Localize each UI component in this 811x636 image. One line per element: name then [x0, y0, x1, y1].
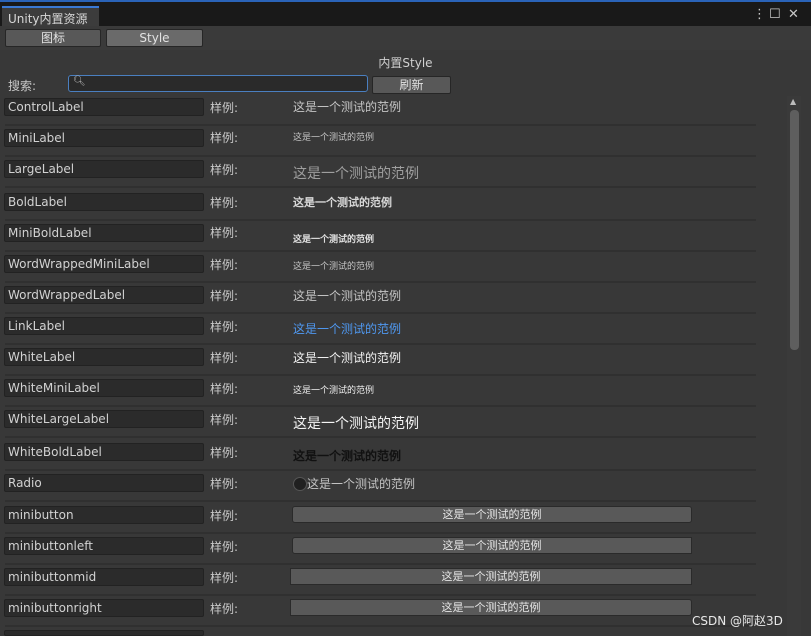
style-name-field[interactable]: minibuttonmid — [4, 568, 204, 586]
style-row-partial — [0, 627, 760, 636]
style-name-field[interactable]: LinkLabel — [4, 317, 204, 335]
style-row-minibuttonmid: minibuttonmid 样例: 这是一个测试的范例 — [0, 565, 760, 596]
window-titlebar: Unity内置资源 ⋮ ☐ ✕ — [0, 0, 811, 28]
toolbar: 图标 Style — [0, 26, 811, 50]
example-label: 样例: — [210, 289, 239, 303]
tab-title: Unity内置资源 — [8, 12, 88, 26]
icons-tab-button[interactable]: 图标 — [5, 29, 101, 47]
style-row-radio: Radio 样例: 这是一个测试的范例 — [0, 471, 760, 502]
close-icon[interactable]: ✕ — [788, 7, 799, 22]
example-label: 样例: — [210, 101, 239, 115]
sample-text: 这是一个测试的范例 — [293, 166, 419, 182]
example-label: 样例: — [210, 540, 239, 554]
style-row-minibuttonleft: minibuttonleft 样例: 这是一个测试的范例 — [0, 534, 760, 565]
sample-text: 这是一个测试的范例 — [293, 235, 375, 245]
example-label: 样例: — [210, 446, 239, 460]
sample-minibutton[interactable]: 这是一个测试的范例 — [292, 506, 692, 523]
style-row-minilabel: MiniLabel 样例: 这是一个测试的范例 — [0, 126, 760, 157]
style-name-field[interactable]: WordWrappedLabel — [4, 286, 204, 304]
sample-text: 这是一个测试的范例 — [293, 100, 402, 114]
example-label: 样例: — [210, 602, 239, 616]
tab-unity-builtin-resources[interactable]: Unity内置资源 — [2, 6, 99, 28]
row-divider — [5, 500, 756, 502]
example-label: 样例: — [210, 477, 239, 491]
style-row-whiteminilabel: WhiteMiniLabel 样例: 这是一个测试的范例 — [0, 376, 760, 407]
search-input[interactable] — [85, 76, 363, 91]
search-label: 搜索: — [8, 79, 37, 93]
sample-link[interactable]: 这是一个测试的范例 — [293, 320, 401, 337]
sample-text: 这是一个测试的范例 — [293, 196, 392, 209]
row-divider — [5, 186, 756, 188]
refresh-button[interactable]: 刷新 — [372, 76, 451, 94]
style-name-field[interactable]: WhiteLargeLabel — [4, 410, 204, 428]
sample-text: 这是一个测试的范例 — [293, 351, 402, 365]
style-row-minibutton: minibutton 样例: 这是一个测试的范例 — [0, 503, 760, 534]
style-name-field[interactable]: WordWrappedMiniLabel — [4, 255, 204, 273]
example-label: 样例: — [210, 382, 239, 396]
style-row-whitelabel: WhiteLabel 样例: 这是一个测试的范例 — [0, 345, 760, 376]
example-label: 样例: — [210, 131, 239, 145]
scrollbar-thumb[interactable] — [790, 110, 799, 350]
sample-minibuttonleft[interactable]: 这是一个测试的范例 — [292, 537, 692, 554]
style-row-whitelargelabel: WhiteLargeLabel 样例: 这是一个测试的范例 — [0, 407, 760, 438]
example-label: 样例: — [210, 413, 239, 427]
style-name-field[interactable]: minibuttonright — [4, 599, 204, 617]
example-label: 样例: — [210, 320, 239, 334]
style-name-field[interactable]: minibutton — [4, 506, 204, 524]
sample-minibuttonright[interactable]: 这是一个测试的范例 — [290, 599, 692, 616]
maximize-icon[interactable]: ☐ — [769, 7, 781, 22]
sample-text: 这是一个测试的范例 — [293, 416, 419, 432]
sample-text: 这是一个测试的范例 — [293, 262, 375, 272]
style-name-field[interactable]: ControlLabel — [4, 98, 204, 116]
example-label: 样例: — [210, 196, 239, 210]
style-name-field[interactable]: LargeLabel — [4, 160, 204, 178]
section-title: 内置Style — [378, 56, 433, 70]
style-row-miniboldlabel: MiniBoldLabel 样例: 这是一个测试的范例 — [0, 221, 760, 252]
example-label: 样例: — [210, 351, 239, 365]
style-name-field[interactable]: BoldLabel — [4, 193, 204, 211]
style-name-field[interactable]: Radio — [4, 474, 204, 492]
style-row-boldlabel: BoldLabel 样例: 这是一个测试的范例 — [0, 190, 760, 221]
example-label: 样例: — [210, 163, 239, 177]
style-row-minibuttonright: minibuttonright 样例: 这是一个测试的范例 — [0, 596, 760, 627]
sample-text: 这是一个测试的范例 — [293, 449, 402, 463]
sample-text: 这是一个测试的范例 — [293, 289, 402, 303]
sample-minibuttonmid[interactable]: 这是一个测试的范例 — [290, 568, 692, 585]
style-name-field[interactable]: WhiteLabel — [4, 348, 204, 366]
style-tab-button[interactable]: Style — [106, 29, 203, 47]
style-name-field[interactable]: WhiteBoldLabel — [4, 443, 204, 461]
example-label: 样例: — [210, 509, 239, 523]
example-label: 样例: — [210, 571, 239, 585]
style-row-wordwrappedminilabel: WordWrappedMiniLabel 样例: 这是一个测试的范例 — [0, 252, 760, 283]
style-name-field[interactable]: WhiteMiniLabel — [4, 379, 204, 397]
scroll-up-arrow-icon[interactable]: ▲ — [790, 97, 796, 106]
style-row-largelabel: LargeLabel 样例: 这是一个测试的范例 — [0, 157, 760, 188]
sample-text: 这是一个测试的范例 — [307, 477, 416, 491]
sample-text: 这是一个测试的范例 — [293, 133, 375, 143]
row-divider — [5, 436, 756, 438]
menu-icon[interactable]: ⋮ — [753, 7, 766, 22]
sample-text: 这是一个测试的范例 — [293, 386, 375, 396]
style-row-controllabel: ControlLabel 样例: 这是一个测试的范例 — [0, 95, 760, 126]
style-name-field[interactable]: MiniLabel — [4, 129, 204, 147]
sample-radio[interactable]: 这是一个测试的范例 — [293, 475, 415, 492]
magnifier-icon: 🔍︎ — [73, 76, 86, 87]
radio-icon — [293, 477, 307, 491]
example-label: 样例: — [210, 226, 239, 240]
example-label: 样例: — [210, 258, 239, 272]
search-field[interactable]: 🔍︎ — [68, 75, 368, 92]
style-name-field[interactable]: MiniBoldLabel — [4, 224, 204, 242]
style-row-wordwrappedlabel: WordWrappedLabel 样例: 这是一个测试的范例 — [0, 283, 760, 314]
watermark: CSDN @阿赵3D — [692, 614, 783, 628]
style-row-whiteboldlabel: WhiteBoldLabel 样例: 这是一个测试的范例 — [0, 440, 760, 471]
style-name-field[interactable] — [4, 630, 204, 636]
style-name-field[interactable]: minibuttonleft — [4, 537, 204, 555]
style-row-linklabel: LinkLabel 样例: 这是一个测试的范例 — [0, 314, 760, 345]
